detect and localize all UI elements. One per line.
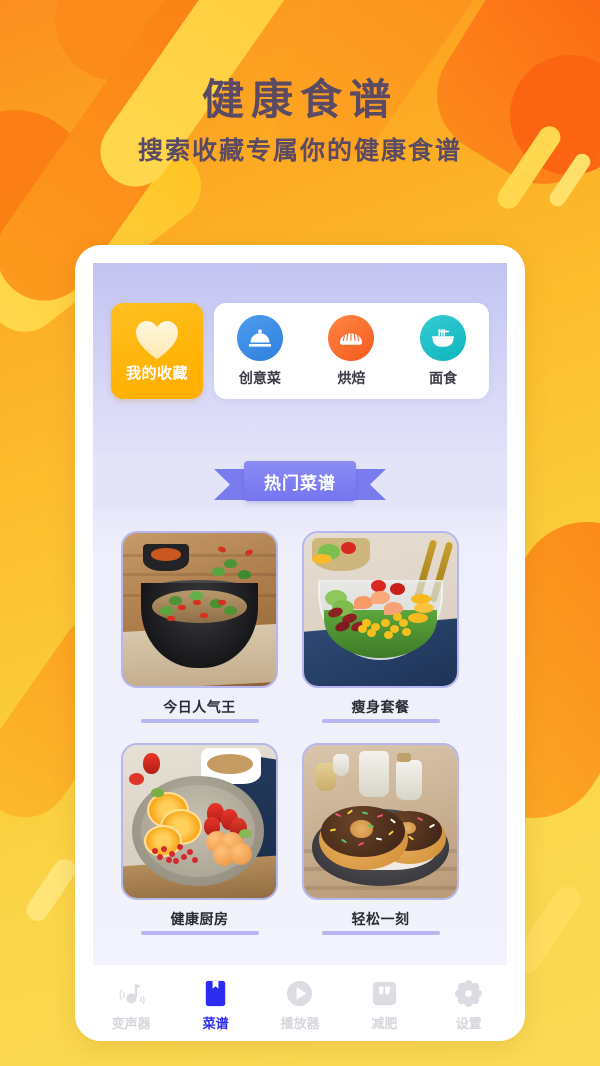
category-label: 面食 (429, 369, 458, 386)
nav-item-recipes[interactable]: 菜谱 (181, 977, 251, 1032)
nav-label: 减肥 (371, 1015, 398, 1031)
nav-item-player[interactable]: 播放器 (265, 977, 335, 1032)
recipe-grid: 今日人气王 瘦身套餐 健康厨房 轻松一刻 (121, 531, 479, 935)
recipe-thumbnail[interactable] (121, 531, 278, 688)
nav-label: 变声器 (111, 1015, 151, 1031)
hot-recipes-label: 热门菜谱 (264, 473, 336, 493)
ribbon-center: 热门菜谱 (244, 461, 356, 501)
recipe-thumbnail[interactable] (121, 743, 278, 900)
recipe-label: 健康厨房 (170, 911, 229, 927)
nav-item-weight-loss[interactable]: 减肥 (349, 977, 419, 1032)
recipe-caption: 今日人气王 (121, 697, 278, 723)
recipe-thumbnail[interactable] (302, 531, 459, 688)
recipe-underline (321, 719, 440, 723)
recipe-card[interactable]: 健康厨房 (121, 743, 278, 935)
nav-label: 播放器 (280, 1015, 320, 1031)
bread-icon (328, 314, 375, 361)
app-screen: 我的收藏 创意菜 烘焙 面食 热门菜谱 今日人气王 瘦身套餐 健康厨房 轻松一刻 (93, 263, 507, 965)
recipe-card[interactable]: 今日人气王 (121, 531, 278, 723)
decor-streak (22, 854, 80, 926)
category-label: 烘焙 (337, 369, 366, 386)
recipe-label: 轻松一刻 (351, 911, 410, 927)
category-baking[interactable]: 烘焙 (315, 314, 387, 388)
category-noodles[interactable]: 面食 (407, 314, 479, 388)
category-row: 我的收藏 创意菜 烘焙 面食 (111, 303, 489, 399)
recipe-label: 瘦身套餐 (351, 699, 410, 715)
page-title: 健康食谱 (201, 76, 398, 123)
bottom-navigation: 变声器 菜谱 播放器 减肥 设置 (75, 967, 525, 1041)
heart-icon (134, 319, 180, 360)
recipe-caption: 健康厨房 (121, 909, 278, 935)
page-subtitle: 搜索收藏专属你的健康食谱 (137, 137, 462, 165)
category-my-favorites[interactable]: 我的收藏 (111, 303, 203, 399)
category-label: 创意菜 (238, 369, 281, 386)
cloche-icon (236, 314, 283, 361)
category-favorites-label: 我的收藏 (125, 365, 188, 382)
recipe-underline (140, 719, 259, 723)
voice-changer-icon (116, 977, 147, 1009)
gear-icon (453, 977, 484, 1009)
recipe-caption: 瘦身套餐 (302, 697, 459, 723)
nav-label: 设置 (455, 1015, 482, 1031)
category-card: 创意菜 烘焙 面食 (214, 303, 489, 399)
play-icon (284, 977, 315, 1009)
hot-recipes-ribbon: 热门菜谱 (214, 461, 386, 501)
nav-label: 菜谱 (202, 1015, 229, 1031)
category-creative-dishes[interactable]: 创意菜 (224, 314, 296, 388)
recipe-label: 今日人气王 (163, 699, 236, 715)
recipe-caption: 轻松一刻 (302, 909, 459, 935)
nav-item-settings[interactable]: 设置 (434, 977, 504, 1032)
recipe-card[interactable]: 轻松一刻 (302, 743, 459, 935)
weight-scale-icon (369, 977, 400, 1009)
recipe-card[interactable]: 瘦身套餐 (302, 531, 459, 723)
nav-item-voice-changer[interactable]: 变声器 (96, 977, 166, 1032)
recipe-underline (140, 931, 259, 935)
recipe-thumbnail[interactable] (302, 743, 459, 900)
recipe-underline (321, 931, 440, 935)
noodle-bowl-icon (420, 314, 467, 361)
recipe-book-icon (200, 977, 231, 1009)
phone-mockup: 我的收藏 创意菜 烘焙 面食 热门菜谱 今日人气王 瘦身套餐 健康厨房 轻松一刻… (75, 245, 525, 1041)
